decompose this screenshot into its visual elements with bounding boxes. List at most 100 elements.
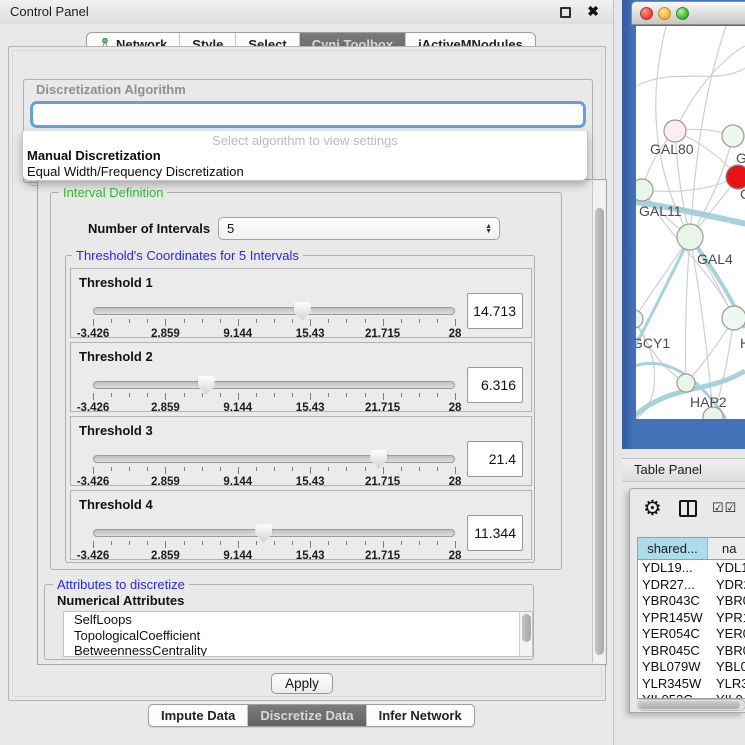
- select-columns-icon[interactable]: ☑☑: [712, 500, 737, 516]
- table-row[interactable]: YLR345WYLR3: [638, 676, 745, 693]
- mac-close-button[interactable]: [640, 7, 653, 20]
- table-header: shared... na: [638, 538, 745, 560]
- node-label: C: [740, 186, 745, 202]
- node-label: HAP2: [690, 394, 727, 410]
- slider-track[interactable]: [93, 455, 455, 463]
- network-canvas[interactable]: GAL80 GAL11 GAL4 GCY1 HAP2 GA C H: [636, 26, 745, 419]
- number-of-intervals-combobox[interactable]: 5 ▲▼: [218, 217, 500, 240]
- node-gal80[interactable]: [664, 120, 686, 142]
- list-scrollbar[interactable]: [519, 612, 532, 656]
- slider-tick-labels: -3.426 2.859 9.144 15.43 21.715 28: [93, 550, 455, 562]
- close-icon[interactable]: ✖: [587, 3, 599, 20]
- threshold-label: Threshold 4: [79, 497, 153, 512]
- table-row[interactable]: YER054CYER0: [638, 626, 745, 643]
- threshold-2-panel: Threshold 2 -3.426 2.859 9.144: [70, 342, 532, 412]
- table-row[interactable]: YDL19...YDL1: [638, 560, 745, 577]
- table-row[interactable]: YBR045CYBR0: [638, 643, 745, 660]
- scrollbar-thumb[interactable]: [522, 614, 531, 642]
- control-panel-titlebar: Control Panel ✖: [0, 0, 613, 24]
- node-label: GAL4: [697, 251, 733, 267]
- apply-button[interactable]: Apply: [271, 673, 333, 694]
- table-row[interactable]: YBR043CYBR0: [638, 593, 745, 610]
- node-label: GA: [736, 150, 745, 166]
- threshold-slider: -3.426 2.859 9.144 15.43 21.715 28: [93, 381, 455, 413]
- threshold-3-panel: Threshold 3 -3.426 2.859 9.144: [70, 416, 532, 486]
- columns-icon[interactable]: [679, 500, 697, 517]
- mac-minimize-button[interactable]: [658, 7, 671, 20]
- slider-track[interactable]: [93, 381, 455, 389]
- threshold-slider: -3.426 2.859 9.144 15.43 21.715 28: [93, 455, 455, 487]
- node-label: H: [740, 335, 745, 351]
- network-window-titlebar[interactable]: [631, 1, 745, 25]
- slider-ticks: [93, 319, 455, 327]
- table-horizontal-scrollbar[interactable]: [637, 699, 745, 711]
- table-row[interactable]: YDR27...YDR2: [638, 577, 745, 594]
- table-row[interactable]: YPR145WYPR1: [638, 610, 745, 627]
- screen: Control Panel ✖ Network Style Select Cyn…: [0, 0, 745, 745]
- settings-vertical-scrollbar[interactable]: [592, 181, 605, 663]
- threshold-value-field[interactable]: 11.344: [467, 515, 523, 551]
- algorithm-combobox[interactable]: [30, 101, 586, 128]
- threshold-1-panel: Threshold 1 -3.426 2.859 9.144: [70, 268, 532, 338]
- node-gcy1[interactable]: [636, 310, 643, 328]
- tab-label: Infer Network: [379, 705, 462, 726]
- scrollbar-thumb[interactable]: [639, 701, 740, 709]
- node-right[interactable]: [722, 306, 745, 330]
- node-label: GAL11: [639, 203, 682, 219]
- dropdown-placeholder: Select algorithm to view settings: [23, 131, 587, 148]
- group-title: Interval Definition: [59, 185, 167, 200]
- number-of-intervals-value: 5: [227, 221, 234, 236]
- threshold-value-field[interactable]: 21.4: [467, 441, 523, 477]
- table-row[interactable]: YIL052CYIL0: [638, 692, 745, 699]
- tab-infer-network[interactable]: Infer Network: [367, 705, 474, 726]
- node-label: GAL80: [650, 141, 694, 157]
- combo-stepper-icon: ▲▼: [485, 224, 492, 234]
- tab-impute-data[interactable]: Impute Data: [149, 705, 248, 726]
- dropdown-option-equal-width-frequency[interactable]: Equal Width/Frequency Discretization: [23, 164, 587, 180]
- threshold-label: Threshold 2: [79, 349, 153, 364]
- cyni-toolbox-panel: Discretization Algorithm Table Data galF…: [8, 46, 606, 701]
- group-title: Discretization Algorithm: [32, 82, 190, 97]
- group-title: Threshold's Coordinates for 5 Intervals: [72, 248, 303, 263]
- slider-track[interactable]: [93, 307, 455, 315]
- list-item[interactable]: SelfLoops: [64, 612, 532, 628]
- threshold-label: Threshold 1: [79, 275, 153, 290]
- thresholds-group: Threshold's Coordinates for 5 Intervals …: [65, 255, 535, 563]
- numerical-attributes-label: Numerical Attributes: [57, 593, 184, 608]
- node-gal4[interactable]: [677, 224, 703, 250]
- slider-ticks: [93, 393, 455, 401]
- table-window: ⚙ ☑☑ shared... na YDL19...YDL1 YDR27...Y…: [629, 488, 745, 713]
- gear-icon[interactable]: ⚙: [643, 496, 662, 521]
- table-toolbar: ⚙ ☑☑: [630, 489, 745, 533]
- control-panel-title: Control Panel: [10, 4, 89, 19]
- threshold-value-field[interactable]: 6.316: [467, 367, 523, 403]
- scrollbar-thumb[interactable]: [595, 208, 604, 655]
- node-top-right[interactable]: [722, 125, 744, 147]
- list-item[interactable]: TopologicalCoefficient: [64, 628, 532, 644]
- node-table: shared... na YDL19...YDL1 YDR27...YDR2 Y…: [637, 537, 745, 699]
- tab-discretize-data[interactable]: Discretize Data: [248, 705, 366, 726]
- table-row[interactable]: YBL079WYBL0: [638, 659, 745, 676]
- table-panel-title: Table Panel: [634, 462, 702, 477]
- threshold-slider: -3.426 2.859 9.144 15.43 21.715 28: [93, 307, 455, 339]
- mac-zoom-button[interactable]: [676, 7, 689, 20]
- float-window-icon[interactable]: [560, 7, 571, 18]
- dropdown-option-manual-discretization[interactable]: Manual Discretization: [23, 148, 587, 164]
- slider-track[interactable]: [93, 529, 455, 537]
- slider-ticks: [93, 467, 455, 475]
- number-of-intervals-label: Number of Intervals: [88, 221, 210, 236]
- control-panel-window: Control Panel ✖ Network Style Select Cyn…: [0, 0, 614, 745]
- column-header-name[interactable]: na: [708, 538, 745, 559]
- threshold-value-field[interactable]: 14.713: [467, 293, 523, 329]
- algorithm-dropdown-popup: Select algorithm to view settings Manual…: [22, 131, 588, 181]
- threshold-label: Threshold 3: [79, 423, 153, 438]
- slider-tick-labels: -3.426 2.859 9.144 15.43 21.715 28: [93, 402, 455, 414]
- node-hap2[interactable]: [677, 374, 695, 392]
- bottom-tab-strip: Impute Data Discretize Data Infer Networ…: [148, 704, 475, 727]
- network-nodes: [636, 120, 745, 419]
- settings-scroll-pane: Interval Definition Number of Intervals …: [37, 179, 607, 665]
- column-header-shared-name[interactable]: shared...: [638, 538, 708, 559]
- list-item[interactable]: BetweennessCentrality: [64, 643, 532, 657]
- node-gal11[interactable]: [636, 179, 653, 201]
- threshold-4-panel: Threshold 4 -3.426 2.859 9.144: [70, 490, 532, 560]
